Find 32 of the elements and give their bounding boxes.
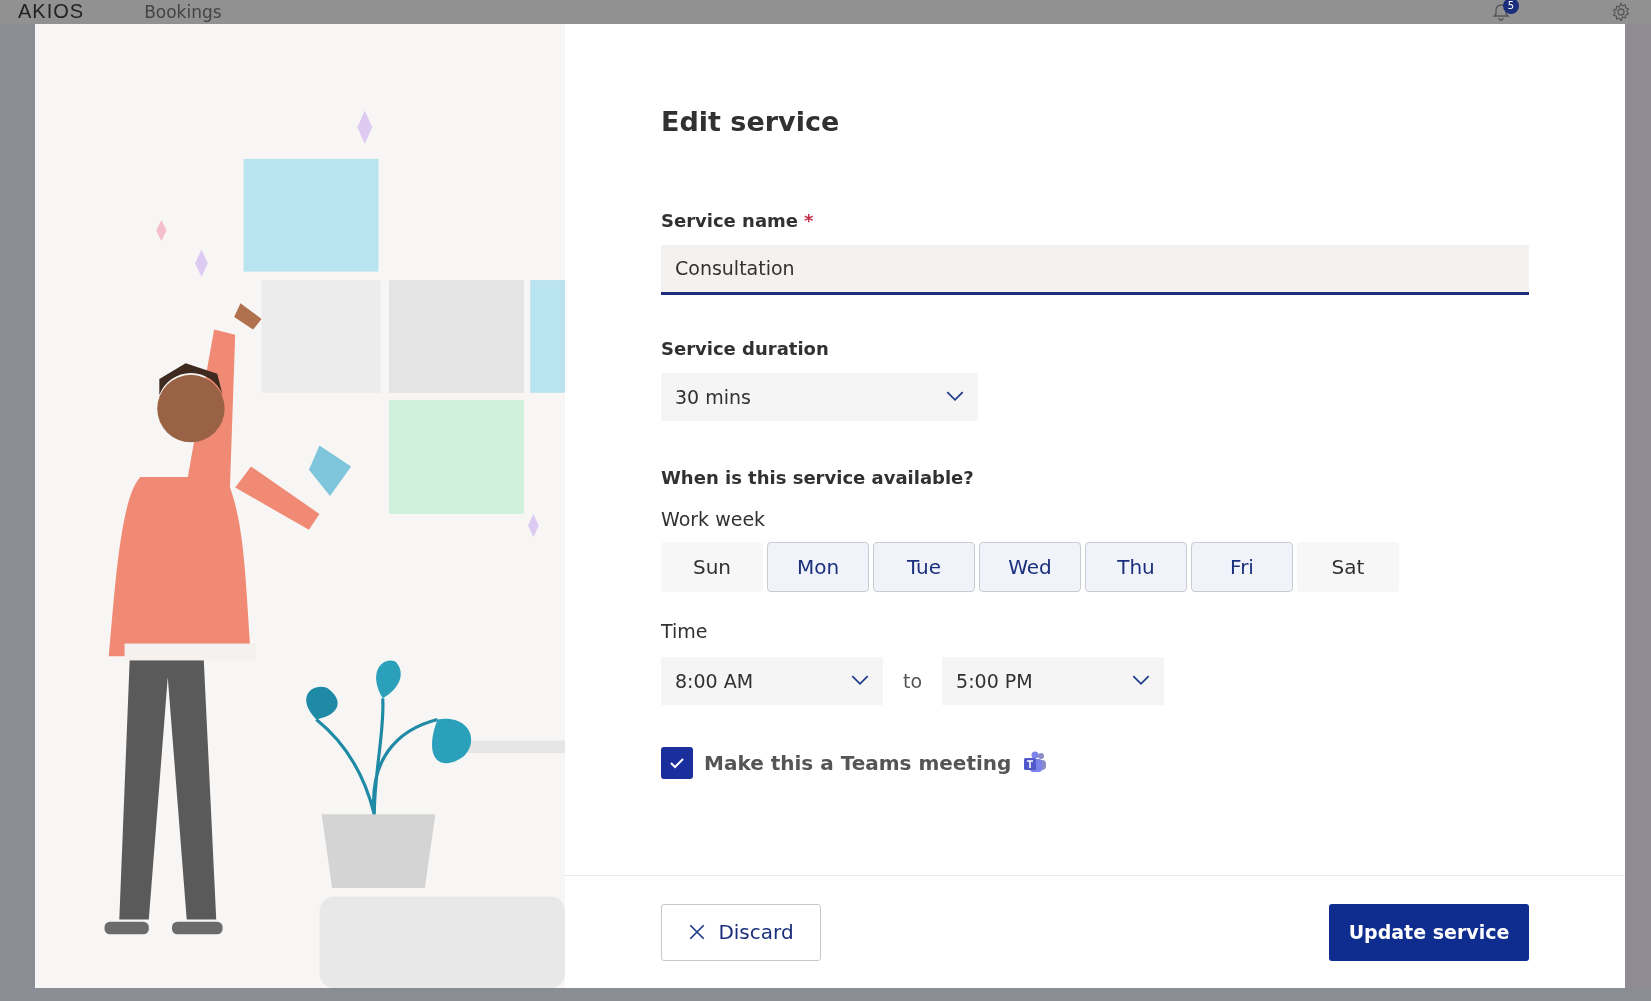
day-toggle[interactable]: Fri	[1191, 541, 1293, 592]
start-time-dropdown[interactable]: 8:00 AM	[661, 656, 883, 705]
field-label: Time	[661, 619, 709, 642]
notification-badge: 5	[1503, 0, 1519, 14]
checkbox-label: Make this a Teams meeting	[704, 750, 1012, 775]
settings-icon[interactable]	[1611, 1, 1631, 22]
day-toggle[interactable]: Sat	[1297, 541, 1399, 592]
section-heading: When is this service available?	[661, 466, 974, 488]
day-toggle[interactable]: Wed	[979, 541, 1081, 592]
teams-icon	[1022, 750, 1049, 775]
chevron-down-icon	[946, 391, 964, 403]
day-toggle[interactable]: Thu	[1085, 541, 1187, 592]
range-separator: to	[903, 669, 923, 692]
logo: AKIOS	[18, 0, 85, 24]
update-service-button[interactable]: Update service	[1329, 903, 1529, 961]
dialog-title: Edit service	[661, 105, 841, 137]
field-label: Service duration	[661, 337, 829, 359]
checkbox[interactable]	[661, 746, 693, 779]
field-label: Service name	[661, 209, 799, 231]
close-icon	[688, 923, 707, 941]
chevron-down-icon	[1132, 675, 1151, 687]
duration-dropdown[interactable]: 30 mins	[661, 372, 978, 421]
service-name-field[interactable]: Consultation	[661, 244, 1529, 295]
day-toggle[interactable]: Tue	[873, 541, 975, 592]
day-toggle[interactable]: Sun	[661, 541, 763, 592]
app-title: Bookings	[144, 1, 222, 22]
end-time-dropdown[interactable]: 5:00 PM	[942, 656, 1165, 705]
field-label: Work week	[661, 507, 767, 530]
discard-button[interactable]: Discard	[661, 903, 821, 961]
day-toggle[interactable]: Mon	[767, 541, 869, 592]
required-mark: *	[804, 209, 814, 231]
chevron-down-icon	[851, 675, 869, 687]
